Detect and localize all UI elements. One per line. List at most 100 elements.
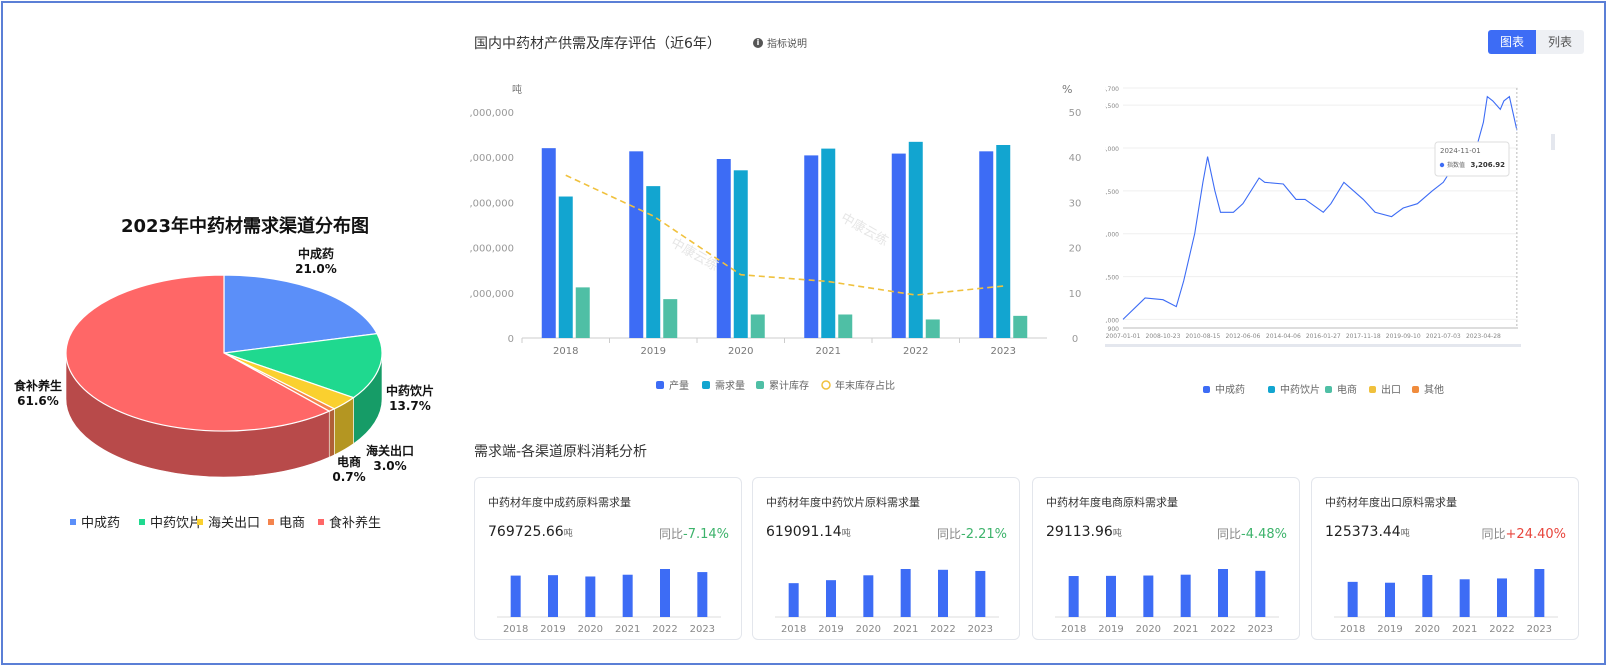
pie-label-name: 食补养生 [13, 378, 62, 393]
x-tick-label: 2007-01-01 [1106, 333, 1141, 340]
mini-bar-2023 [697, 572, 708, 617]
legend-swatch [268, 519, 274, 525]
x-tick-label: 2023 [991, 346, 1016, 357]
toggle-list-button[interactable]: 列表 [1536, 30, 1584, 54]
legend-label: 中药饮片 [1280, 383, 1320, 396]
legend-swatch [821, 380, 831, 390]
x-tick-label: 2023 [968, 624, 993, 635]
mini-bar-2018 [1068, 576, 1079, 617]
watermark: 中康云练 [838, 210, 891, 250]
pie-label-pct: 3.0% [373, 459, 406, 473]
y-tick-label: 2,000,000 [470, 244, 514, 255]
legend-swatch [70, 519, 76, 525]
x-tick-label: 2018 [503, 624, 528, 635]
mini-bar-2022 [1497, 578, 1507, 617]
x-tick-label: 2022 [652, 624, 677, 635]
mini-bar-2019 [548, 575, 558, 617]
x-tick-label: 2014-04-06 [1266, 333, 1301, 340]
legend-swatch [702, 381, 710, 389]
card-yoy: 同比-7.14% [658, 527, 729, 542]
mini-bar-2020 [585, 576, 596, 617]
x-tick-label: 2021 [1173, 624, 1198, 635]
mini-bar-2020 [1143, 575, 1154, 617]
x-tick-label: 2016-01-27 [1306, 333, 1341, 340]
index-line [1122, 95, 1518, 320]
x-tick-label: 2018 [1340, 624, 1365, 635]
channel-section-title: 需求端-各渠道原料消耗分析 [474, 444, 648, 460]
legend-label: 累计库存 [769, 379, 809, 392]
card-value: 125373.44吨 [1325, 524, 1410, 540]
mini-bar-2018 [510, 575, 521, 617]
bar-产量-2021 [804, 155, 819, 338]
pie-label-pct: 21.0% [295, 262, 337, 276]
card-bar-chart: 2018 2019 2020 2021 2022 2023 [497, 569, 721, 635]
bar-产量-2018 [541, 148, 556, 338]
zoom-slider [1105, 344, 1521, 347]
card-value: 619091.14吨 [766, 524, 851, 540]
y2-tick-label: 40 [1069, 153, 1082, 164]
legend-label: 食补养生 [329, 515, 381, 531]
pie-label-pct: 61.6% [17, 394, 59, 408]
legend-swatch [656, 381, 664, 389]
legend-label: 年末库存占比 [835, 379, 895, 392]
y-tick-label: 5,000,000 [470, 108, 514, 119]
legend-label: 出口 [1381, 383, 1401, 396]
x-tick-label: 2020 [1415, 624, 1440, 635]
x-tick-label: 2008-10-23 [1146, 333, 1181, 340]
x-tick-label: 2012-06-06 [1225, 333, 1260, 340]
legend-label: 中成药 [1215, 383, 1245, 396]
toggle-chart-button[interactable]: 图表 [1488, 30, 1536, 54]
bar-产量-2019 [629, 151, 644, 338]
pie-label-name: 海关出口 [366, 443, 414, 458]
price-index-chart: 3,7003,5003,0002,5002,0001,5001,00090020… [1105, 86, 1555, 396]
legend-label: 其他 [1424, 383, 1444, 396]
y2-tick-label: 50 [1069, 108, 1082, 119]
y2-tick-label: 0 [1072, 334, 1078, 345]
mini-bar-2019 [826, 580, 836, 617]
legend-label: 海关出口 [208, 516, 260, 531]
x-tick-label: 2023 [1248, 624, 1273, 635]
x-tick-label: 2023 [690, 624, 715, 635]
x-tick-label: 2019 [540, 624, 565, 635]
pie-label-pct: 13.7% [389, 399, 431, 413]
bar-需求量-2020 [733, 170, 748, 338]
x-tick-label: 2023 [1527, 624, 1552, 635]
bar-产量-2023 [979, 151, 994, 338]
mini-bar-2022 [660, 569, 670, 617]
x-tick-label: 2017-11-18 [1346, 333, 1381, 340]
scroll-handle [1551, 134, 1555, 150]
bar-产量-2022 [891, 153, 906, 338]
pie-label-pct: 0.7% [332, 470, 365, 484]
x-tick-label: 2022 [1489, 624, 1514, 635]
metric-note[interactable]: i 指标说明 [753, 35, 807, 50]
legend-label: 电商 [279, 516, 305, 531]
card-ec: 中药材年度电商原料需求量 29113.96吨 同比-4.48% 2018 2019… [1032, 477, 1300, 640]
card-bar-chart: 2018 2019 2020 2021 2022 2023 [1334, 569, 1558, 635]
legend-swatch [1203, 386, 1210, 393]
pie-side-电商 [328, 408, 335, 458]
x-tick-label: 2021 [615, 624, 640, 635]
y-tick-label: 1,500 [1105, 275, 1119, 282]
yoy-value: -7.14% [683, 527, 729, 542]
legend-swatch [1268, 386, 1275, 393]
x-tick-label: 2021 [893, 624, 918, 635]
tooltip-value: 3,206.92 [1470, 161, 1505, 169]
legend-swatch [756, 381, 764, 389]
y-tick-label: 3,000,000 [470, 198, 514, 209]
x-tick-label: 2019 [818, 624, 843, 635]
y-tick-label: 3,000 [1105, 146, 1119, 153]
x-tick-label: 2021 [1452, 624, 1477, 635]
x-tick-label: 2010-08-15 [1185, 333, 1220, 340]
bar-累计库存-2019 [663, 299, 678, 338]
mini-bar-2023 [1534, 569, 1545, 617]
card-title: 中药材年度电商原料需求量 [1046, 496, 1178, 509]
legend-swatch [1325, 386, 1332, 393]
x-tick-label: 2019 [1377, 624, 1402, 635]
y-tick-label: 0 [508, 334, 514, 345]
legend-label: 中药饮片 [150, 516, 202, 531]
card-bar-chart: 2018 2019 2020 2021 2022 2023 [1055, 569, 1279, 635]
x-tick-label: 2022 [903, 346, 928, 357]
x-tick-label: 2018 [553, 346, 578, 357]
bar-需求量-2023 [996, 144, 1011, 338]
x-tick-label: 2021 [816, 346, 841, 357]
